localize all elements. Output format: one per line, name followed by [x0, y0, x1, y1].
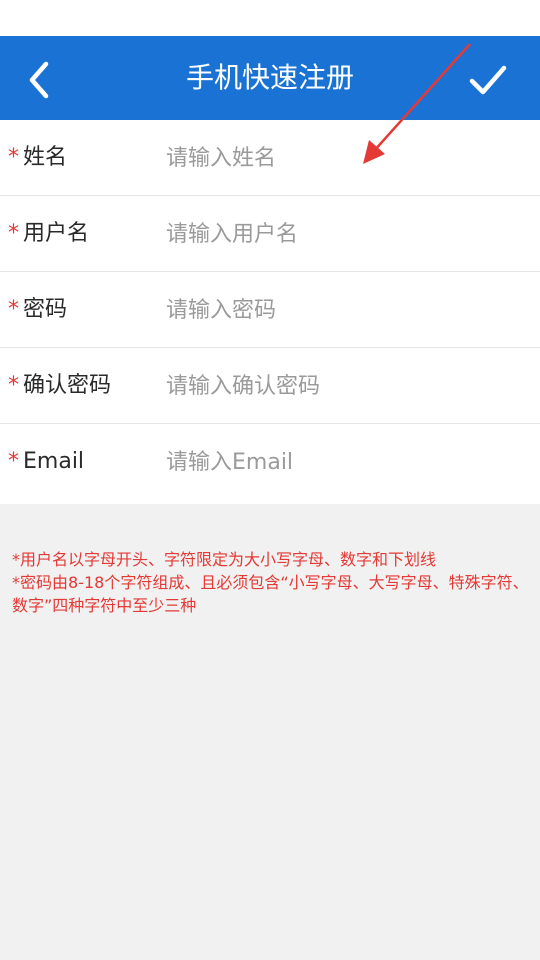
back-button[interactable] [18, 56, 66, 104]
form-row-username: * 用户名 [0, 196, 540, 272]
validation-notes: *用户名以字母开头、字符限定为大小写字母、数字和下划线 *密码由8-18个字符组… [12, 548, 532, 617]
confirm-password-label: * 确认密码 [8, 373, 112, 398]
email-label: * Email [8, 449, 85, 474]
username-input[interactable] [166, 210, 516, 258]
required-mark: * [8, 373, 19, 398]
name-input[interactable] [166, 134, 516, 182]
confirm-password-input[interactable] [166, 362, 516, 410]
chevron-left-icon [29, 61, 49, 99]
required-mark: * [8, 145, 19, 170]
checkmark-icon [469, 65, 507, 95]
password-input[interactable] [166, 286, 516, 334]
username-label: * 用户名 [8, 221, 90, 246]
name-label: * 姓名 [8, 145, 68, 170]
form-row-email: * Email [0, 424, 540, 504]
email-input[interactable] [166, 438, 516, 486]
password-rule-note: *密码由8-18个字符组成、且必须包含“小写字母、大写字母、特殊字符、数字”四种… [12, 573, 529, 615]
status-bar [0, 0, 540, 36]
required-mark: * [8, 297, 19, 322]
form-row-confirm-password: * 确认密码 [0, 348, 540, 424]
page-title: 手机快速注册 [185, 61, 354, 94]
app-bar: 手机快速注册 [0, 36, 540, 120]
password-label: * 密码 [8, 297, 68, 322]
registration-form: *姓名 *用户名 *密码 *确认密码 *Email [0, 120, 540, 504]
form-row-name: * 姓名 [0, 120, 540, 196]
confirm-button[interactable] [460, 56, 516, 104]
required-mark: * [8, 221, 19, 246]
username-rule-note: *用户名以字母开头、字符限定为大小写字母、数字和下划线 [12, 550, 437, 569]
form-row-password: * 密码 [0, 272, 540, 348]
required-mark: * [8, 449, 19, 474]
